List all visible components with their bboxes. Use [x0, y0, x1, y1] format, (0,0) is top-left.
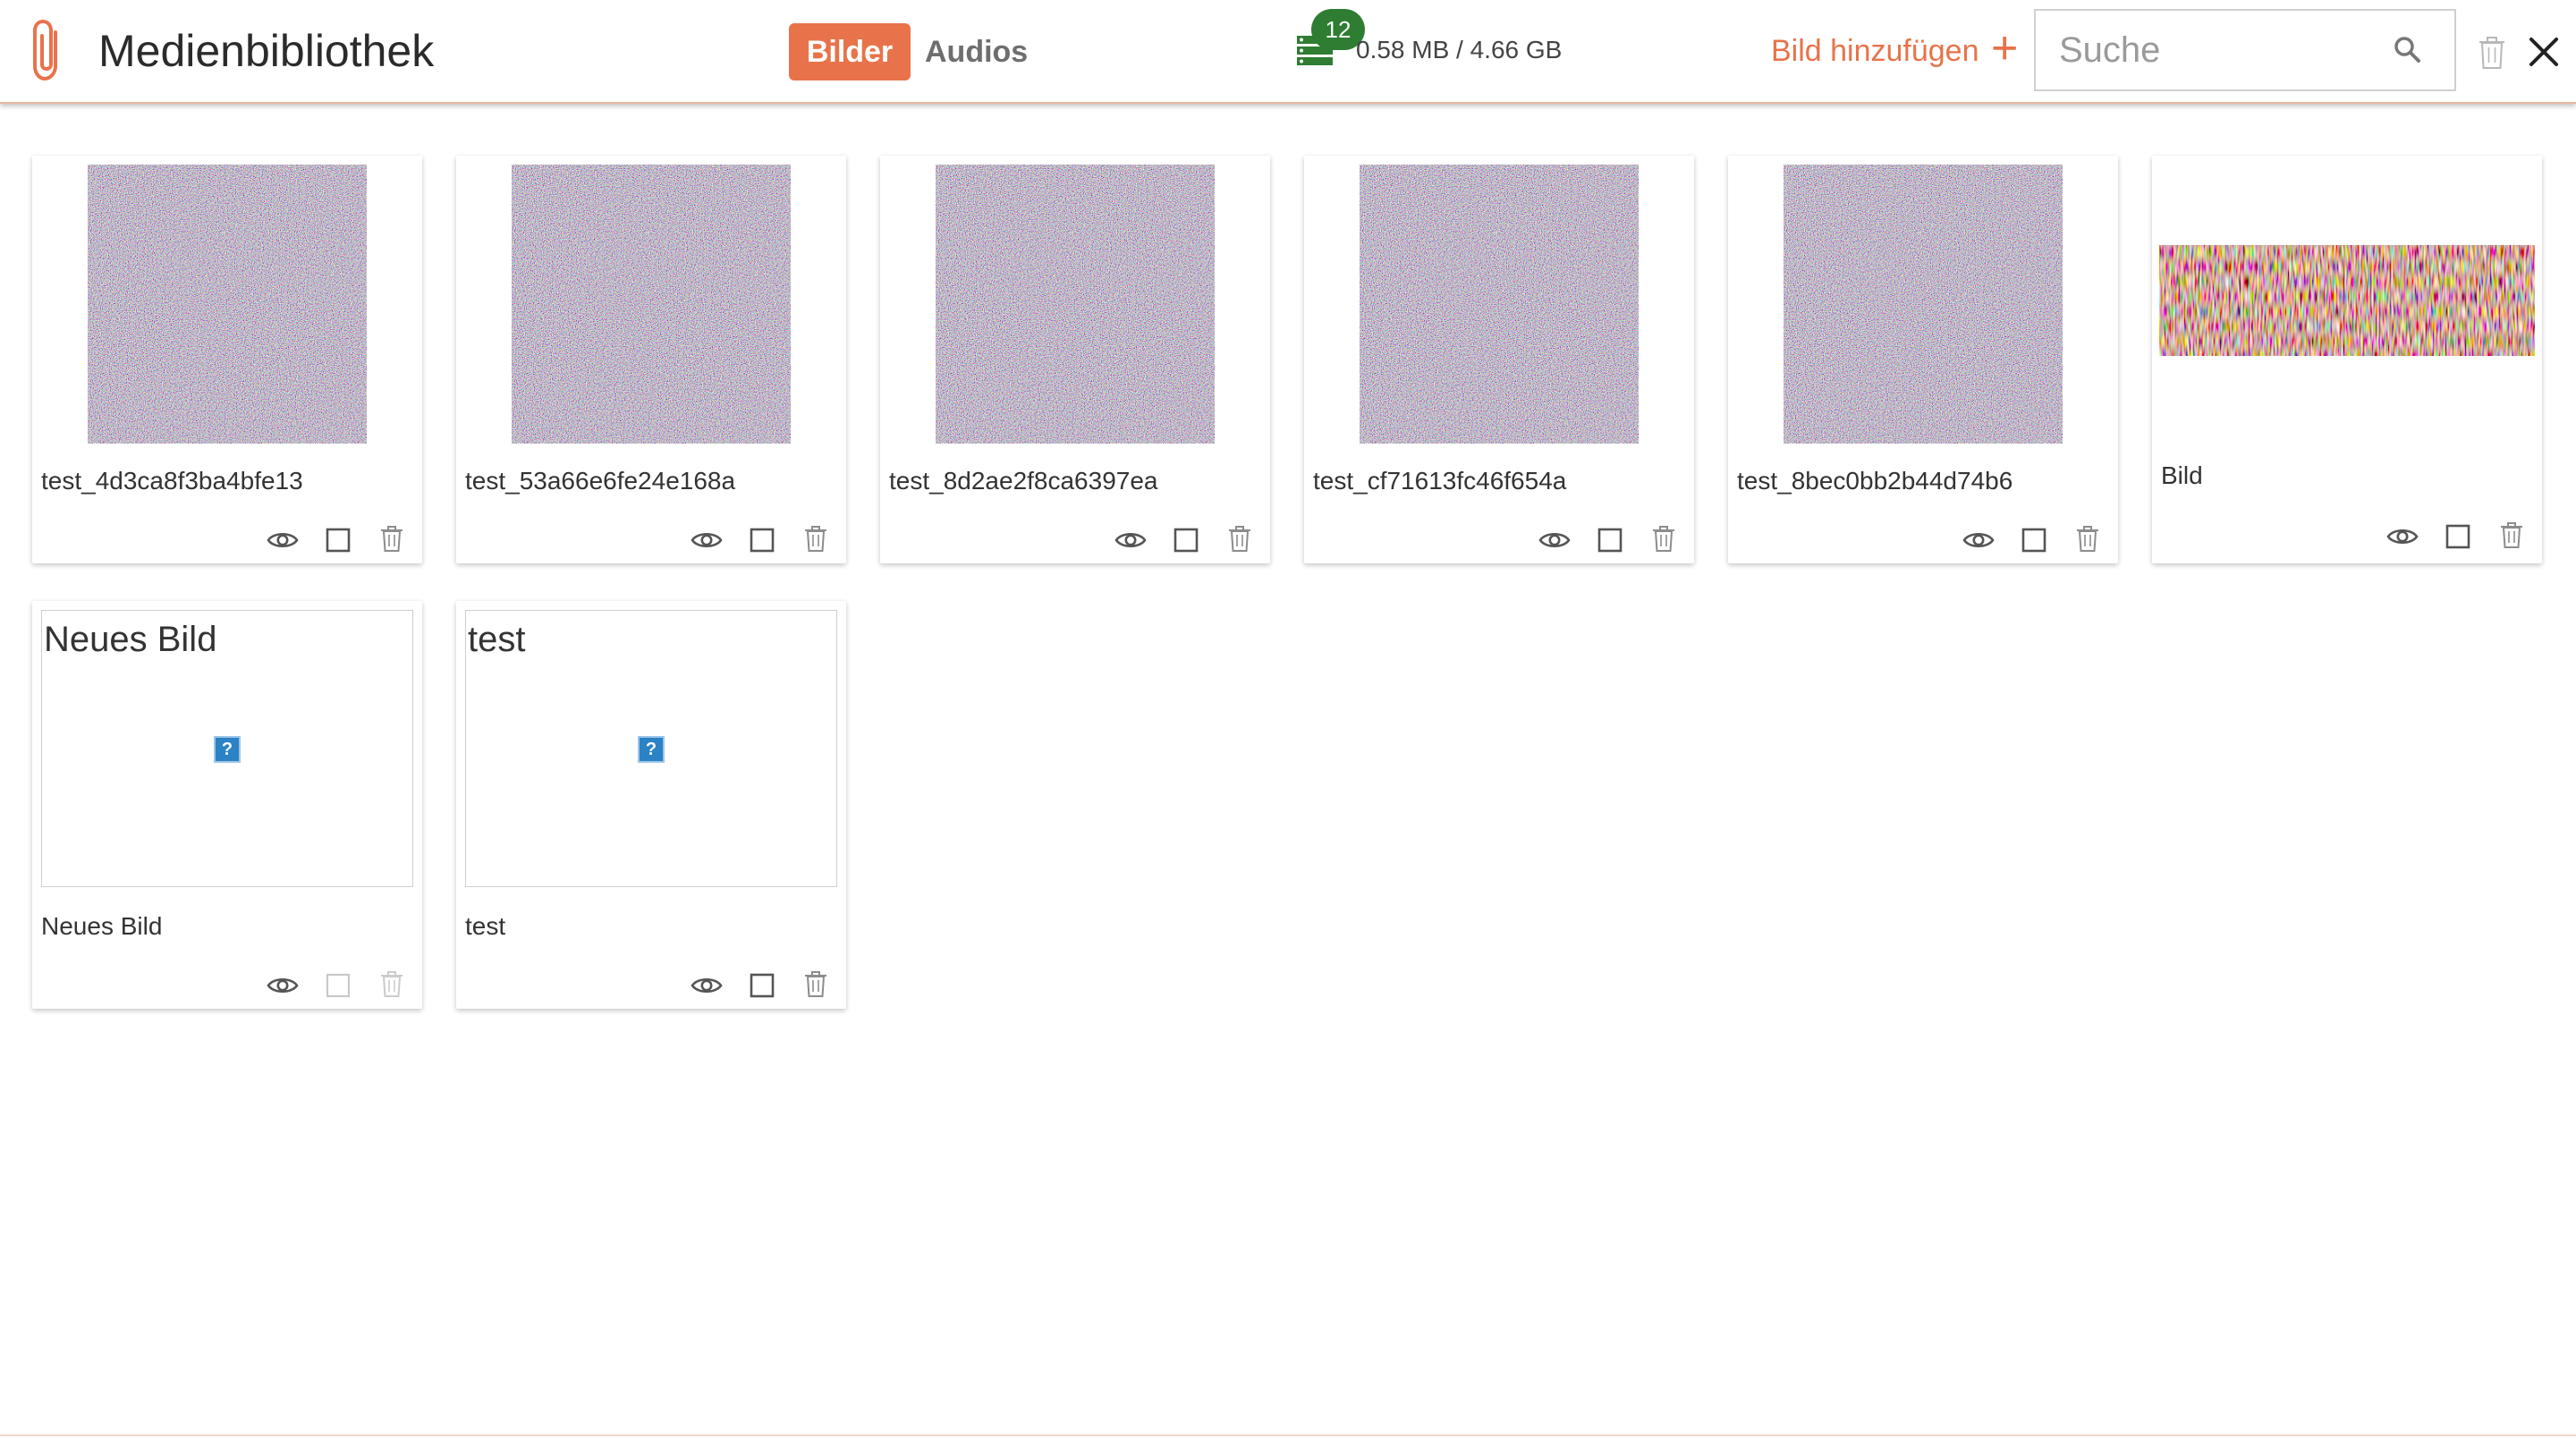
checkbox	[322, 969, 354, 1002]
media-card-label: test_8bec0bb2b44d74b6	[1737, 467, 2013, 495]
media-card[interactable]: test_8d2ae2f8ca6397ea	[880, 156, 1270, 563]
media-card-label: test_cf71613fc46f654a	[1313, 467, 1567, 495]
add-icon[interactable]: +	[1991, 20, 2018, 77]
image-thumbnail[interactable]	[1784, 165, 2063, 444]
eye-icon[interactable]	[691, 524, 723, 556]
search-input[interactable]	[2059, 23, 2381, 77]
media-card-label: test_53a66e6fe24e168a	[465, 467, 736, 495]
add-image-button[interactable]: Bild hinzufügen	[1771, 34, 1979, 69]
app-header: Medienbibliothek Bilder Audios 12 0.58 M…	[0, 0, 2576, 104]
eye-icon[interactable]	[1538, 524, 1571, 556]
image-thumbnail[interactable]	[1360, 165, 1639, 444]
trash-icon[interactable]	[2072, 522, 2104, 554]
app-title: Medienbibliothek	[98, 26, 435, 76]
media-card-label: test_4d3ca8f3ba4bfe13	[41, 467, 303, 495]
image-thumbnail[interactable]	[2159, 245, 2535, 356]
checkbox[interactable]	[2018, 524, 2050, 556]
trash-icon[interactable]	[800, 968, 832, 1000]
image-placeholder[interactable]: test ?	[465, 610, 837, 887]
media-card[interactable]: test_4d3ca8f3ba4bfe13	[32, 156, 422, 563]
placeholder-title: test	[468, 620, 526, 659]
bottom-divider	[0, 1434, 2576, 1436]
media-card[interactable]: Neues Bild ? Neues Bild	[32, 601, 422, 1009]
checkbox[interactable]	[1594, 524, 1626, 556]
media-card-label: Bild	[2161, 461, 2203, 489]
trash-icon[interactable]	[2496, 519, 2528, 551]
tab-bilder[interactable]: Bilder	[789, 23, 911, 80]
checkbox[interactable]	[746, 969, 778, 1002]
tab-audios[interactable]: Audios	[919, 23, 1041, 80]
media-card[interactable]: Bild	[2152, 156, 2542, 563]
image-thumbnail[interactable]	[88, 165, 367, 444]
trash-icon[interactable]	[1224, 522, 1256, 554]
broken-image-icon: ?	[214, 736, 241, 763]
image-thumbnail[interactable]	[512, 165, 791, 444]
eye-icon[interactable]	[1962, 524, 1995, 556]
media-card[interactable]: test ? test	[456, 601, 846, 1009]
trash-icon[interactable]	[800, 522, 832, 554]
trash-icon[interactable]	[376, 522, 408, 554]
search-box	[2034, 9, 2456, 91]
media-card[interactable]: test_53a66e6fe24e168a	[456, 156, 846, 563]
placeholder-title: Neues Bild	[44, 620, 217, 659]
checkbox[interactable]	[2442, 520, 2474, 553]
trash-icon[interactable]	[2476, 32, 2508, 72]
checkbox[interactable]	[322, 524, 354, 556]
trash-icon[interactable]	[1648, 522, 1680, 554]
eye-icon[interactable]	[1114, 524, 1147, 556]
trash-icon	[376, 968, 408, 1000]
eye-icon[interactable]	[267, 524, 299, 556]
media-card-label: Neues Bild	[41, 912, 163, 940]
media-card-label: test	[465, 912, 506, 940]
checkbox[interactable]	[1170, 524, 1202, 556]
search-icon[interactable]	[2390, 32, 2426, 68]
media-card[interactable]: test_cf71613fc46f654a	[1304, 156, 1694, 563]
storage-usage: 0.58 MB / 4.66 GB	[1356, 36, 1563, 63]
broken-image-icon: ?	[638, 736, 665, 763]
eye-icon[interactable]	[2386, 520, 2419, 553]
media-card[interactable]: test_8bec0bb2b44d74b6	[1728, 156, 2118, 563]
paperclip-icon	[33, 19, 57, 81]
image-placeholder[interactable]: Neues Bild ?	[41, 610, 413, 887]
checkbox[interactable]	[746, 524, 778, 556]
media-card-label: test_8d2ae2f8ca6397ea	[889, 467, 1158, 495]
eye-icon[interactable]	[691, 969, 723, 1002]
eye-icon[interactable]	[267, 969, 299, 1002]
close-icon[interactable]	[2526, 34, 2562, 70]
image-thumbnail[interactable]	[936, 165, 1215, 444]
